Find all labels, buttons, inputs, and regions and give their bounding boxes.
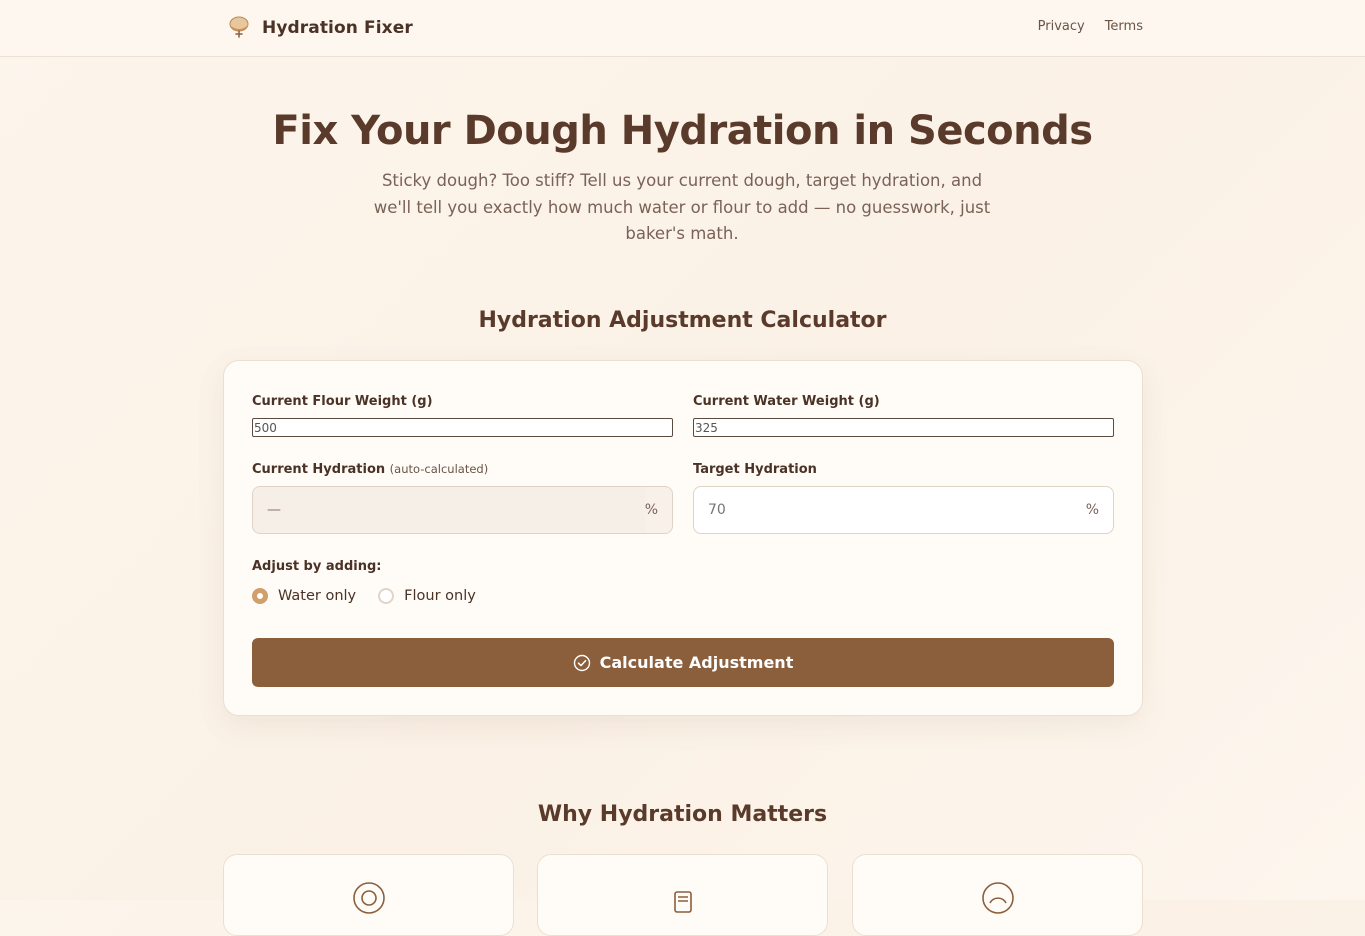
calculate-button-label: Calculate Adjustment bbox=[599, 653, 794, 672]
feature-card bbox=[852, 854, 1143, 936]
radio-indicator[interactable] bbox=[378, 588, 395, 604]
calculator-title: Hydration Adjustment Calculator bbox=[478, 308, 887, 333]
current-hydration-value: — bbox=[267, 502, 281, 518]
adjust-by-label: Adjust by adding: bbox=[252, 559, 382, 574]
calculate-adjustment-button[interactable]: Calculate Adjustment bbox=[252, 638, 1114, 687]
target-hydration-label: Target Hydration bbox=[693, 462, 817, 477]
why-section-title: Why Hydration Matters bbox=[537, 802, 828, 827]
current-hydration-label-text: Current Hydration bbox=[252, 462, 386, 477]
target-hydration-field[interactable]: % bbox=[693, 486, 1114, 534]
adjust-options: Water only Flour only bbox=[252, 588, 498, 604]
flour-weight-label: Current Flour Weight (g) bbox=[252, 394, 433, 409]
radio-flour-only[interactable]: Flour only bbox=[378, 588, 476, 604]
calculator-card: Current Flour Weight (g) Current Water W… bbox=[223, 360, 1143, 716]
nav-terms-link[interactable]: Terms bbox=[1105, 19, 1143, 34]
feature-card bbox=[223, 854, 514, 936]
target-hydration-input[interactable] bbox=[708, 502, 1048, 518]
radio-water-only[interactable]: Water only bbox=[252, 588, 356, 604]
top-nav: Privacy Terms bbox=[1038, 19, 1143, 34]
bread-bowl-icon bbox=[229, 16, 249, 38]
hero-title: Fix Your Dough Hydration in Seconds bbox=[272, 108, 1093, 154]
target-icon bbox=[353, 882, 385, 914]
current-hydration-field: — % bbox=[252, 486, 673, 534]
document-icon bbox=[674, 891, 692, 913]
percent-unit: % bbox=[1085, 502, 1099, 518]
percent-unit: % bbox=[644, 502, 658, 518]
brand-name: Hydration Fixer bbox=[262, 18, 413, 38]
nav-privacy-link[interactable]: Privacy bbox=[1038, 19, 1085, 34]
gauge-icon bbox=[982, 882, 1014, 914]
hero-subtitle: Sticky dough? Too stiff? Tell us your cu… bbox=[373, 171, 991, 243]
flour-weight-input[interactable] bbox=[252, 418, 673, 437]
radio-indicator[interactable] bbox=[252, 588, 268, 604]
radio-label: Flour only bbox=[404, 588, 476, 604]
check-circle-icon bbox=[573, 654, 590, 671]
brand[interactable]: Hydration Fixer bbox=[228, 16, 413, 40]
feature-card bbox=[537, 854, 828, 936]
water-weight-input[interactable] bbox=[693, 418, 1114, 437]
current-hydration-label: Current Hydration (auto-calculated) bbox=[252, 462, 488, 477]
radio-label: Water only bbox=[278, 588, 357, 604]
auto-calculated-note: (auto-calculated) bbox=[389, 462, 489, 476]
water-weight-label: Current Water Weight (g) bbox=[693, 394, 880, 409]
top-bar: Hydration Fixer Privacy Terms bbox=[0, 0, 1365, 57]
